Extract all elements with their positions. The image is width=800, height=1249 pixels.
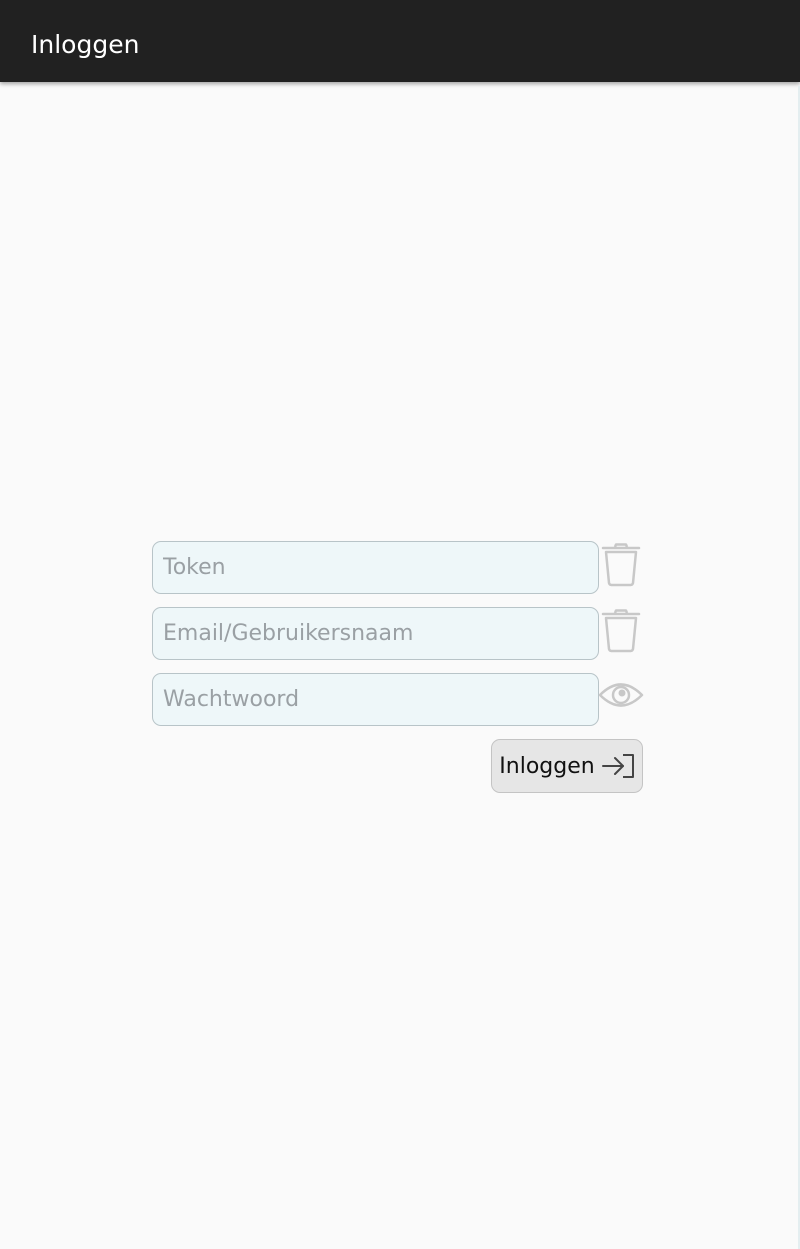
login-button[interactable]: Inloggen (491, 739, 643, 793)
username-input[interactable] (152, 607, 599, 660)
trash-icon (601, 609, 641, 653)
token-input[interactable] (152, 541, 599, 594)
app-bar: Inloggen (0, 0, 800, 82)
password-input[interactable] (152, 673, 599, 726)
app-bar-title: Inloggen (31, 30, 140, 59)
toggle-password-visibility-button[interactable] (598, 671, 644, 719)
login-button-label: Inloggen (499, 753, 595, 779)
trash-icon (601, 543, 641, 587)
eye-icon (598, 683, 644, 707)
clear-username-button[interactable] (599, 607, 643, 655)
login-arrow-icon (601, 754, 634, 778)
clear-token-button[interactable] (599, 541, 643, 589)
